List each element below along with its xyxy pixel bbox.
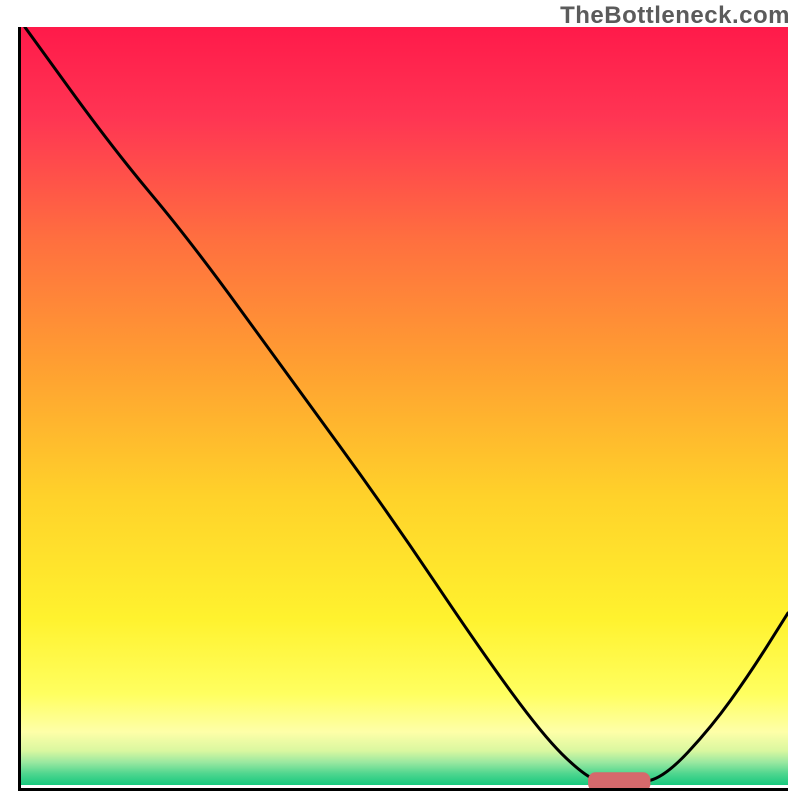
chart-stage: TheBottleneck.com: [0, 0, 800, 800]
gradient-fill: [21, 27, 788, 785]
plot-svg: [21, 27, 788, 788]
plot-area: [18, 27, 788, 791]
optimal-marker: [589, 773, 650, 788]
watermark-text: TheBottleneck.com: [560, 2, 790, 30]
